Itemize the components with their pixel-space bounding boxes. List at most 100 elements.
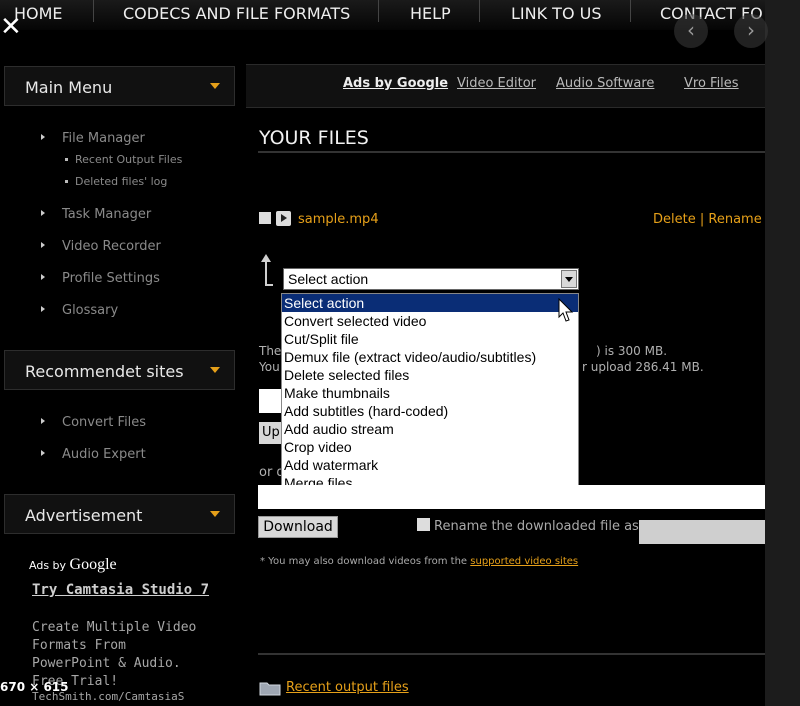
bullet-icon <box>41 242 45 248</box>
url-input[interactable] <box>258 485 765 509</box>
sidebar-item-label: Convert Files <box>62 415 147 430</box>
action-select-value: Select action <box>288 271 369 287</box>
bullet-icon <box>41 450 45 456</box>
scrollbar-track[interactable] <box>765 0 800 706</box>
ads-by-text: Ads by <box>29 559 67 572</box>
sidebar-item-label: Video Recorder <box>62 239 161 254</box>
page-title: YOUR FILES <box>259 127 369 149</box>
sidebar-subitem-deleted-log[interactable]: Deleted files' log <box>65 175 168 188</box>
bullet-icon <box>65 180 68 183</box>
sidebar-item-task-manager[interactable]: Task Manager <box>41 207 152 222</box>
nav-separator <box>378 0 379 22</box>
mouse-cursor-icon <box>558 298 574 322</box>
nav-link-to-us[interactable]: LINK TO US <box>511 4 602 23</box>
bullet-icon <box>65 158 68 161</box>
option-convert-video[interactable]: Convert selected video <box>282 312 578 330</box>
action-select[interactable]: Select action <box>283 268 579 290</box>
next-arrow-icon[interactable]: › <box>734 14 768 48</box>
ad-title-link[interactable]: Try Camtasia Studio 7 <box>32 581 222 600</box>
sidebar-item-profile-settings[interactable]: Profile Settings <box>41 271 160 286</box>
sidebar-item-file-manager[interactable]: File Manager <box>41 131 145 146</box>
ad-text-line: Create Multiple Video <box>32 620 197 635</box>
bullet-icon <box>41 306 45 312</box>
prev-arrow-icon[interactable]: ‹ <box>674 14 708 48</box>
chevron-down-icon <box>210 83 220 89</box>
sidebar-item-label: Recent Output Files <box>75 153 183 166</box>
arrow-up-icon <box>261 254 273 286</box>
option-cut-split[interactable]: Cut/Split file <box>282 330 578 348</box>
sidebar-item-convert-files[interactable]: Convert Files <box>41 415 147 430</box>
sidebar-item-glossary[interactable]: Glossary <box>41 303 119 318</box>
delete-link[interactable]: Delete <box>653 212 696 227</box>
option-add-subtitles[interactable]: Add subtitles (hard-coded) <box>282 402 578 420</box>
upload-file-input[interactable] <box>259 389 281 413</box>
file-actions: Delete | Rename <box>653 212 762 227</box>
quota-text-start: The <box>259 344 282 358</box>
supported-sites-note: * You may also download videos from the … <box>260 556 578 567</box>
separator: | <box>699 212 705 227</box>
chevron-down-icon <box>210 511 220 517</box>
google-logo: Google <box>69 556 117 573</box>
bullet-icon <box>41 210 45 216</box>
option-add-audio[interactable]: Add audio stream <box>282 420 578 438</box>
sidebar-item-label: File Manager <box>62 131 145 146</box>
chevron-down-icon[interactable] <box>561 270 577 288</box>
option-delete-files[interactable]: Delete selected files <box>282 366 578 384</box>
divider <box>258 151 765 153</box>
recommended-sites-header[interactable]: Recommendet sites <box>4 350 235 390</box>
nav-codecs[interactable]: CODECS AND FILE FORMATS <box>123 4 350 23</box>
option-make-thumbnails[interactable]: Make thumbnails <box>282 384 578 402</box>
advertisement-header[interactable]: Advertisement <box>4 494 235 534</box>
nav-separator <box>630 0 631 22</box>
sidebar-item-label: Task Manager <box>62 207 152 222</box>
nav-help[interactable]: HELP <box>410 4 451 23</box>
rename-link[interactable]: Rename <box>708 212 761 227</box>
close-icon[interactable]: ✕ <box>0 14 22 40</box>
quota-text-start: You <box>259 360 280 374</box>
sidebar-item-audio-expert[interactable]: Audio Expert <box>41 447 146 462</box>
nav-separator <box>479 0 480 22</box>
ads-by-google-link[interactable]: Ads by Google <box>343 76 448 91</box>
bullet-icon <box>41 274 45 280</box>
download-button[interactable]: Download <box>258 516 338 538</box>
note-text: * You may also download videos from the <box>260 556 468 567</box>
recommended-sites-title: Recommendet sites <box>25 362 184 381</box>
topic-link-video-editor[interactable]: Video Editor <box>457 76 536 91</box>
sidebar-item-video-recorder[interactable]: Video Recorder <box>41 239 161 254</box>
upload-button[interactable]: Up <box>259 422 283 444</box>
action-dropdown-list: Select action Convert selected video Cut… <box>281 293 579 495</box>
sidebar-subitem-recent-output[interactable]: Recent Output Files <box>65 153 183 166</box>
advertisement-title: Advertisement <box>25 506 143 525</box>
quota-text-end: r upload 286.41 MB. <box>582 360 704 374</box>
ads-by-google-label[interactable]: Ads by Google <box>29 556 117 574</box>
bullet-icon <box>41 418 45 424</box>
rename-checkbox[interactable] <box>417 518 430 531</box>
option-demux[interactable]: Demux file (extract video/audio/subtitle… <box>282 348 578 366</box>
ad-text-line: PowerPoint & Audio. <box>32 656 181 671</box>
sidebar-item-label: Audio Expert <box>62 447 146 462</box>
bullet-icon <box>41 134 45 140</box>
option-add-watermark[interactable]: Add watermark <box>282 456 578 474</box>
rename-label: Rename the downloaded file as <box>434 519 639 534</box>
topic-link-audio-software[interactable]: Audio Software <box>556 76 654 91</box>
main-menu-title: Main Menu <box>25 78 113 97</box>
option-crop-video[interactable]: Crop video <box>282 438 578 456</box>
option-select-action[interactable]: Select action <box>282 294 578 312</box>
dimensions-badge: 670 × 615 <box>0 680 69 694</box>
folder-icon <box>259 682 281 696</box>
file-checkbox[interactable] <box>259 212 271 224</box>
ad-text-line: Formats From <box>32 638 126 653</box>
quota-text-end: ) is 300 MB. <box>596 344 668 358</box>
file-name-link[interactable]: sample.mp4 <box>298 212 379 227</box>
main-menu-header[interactable]: Main Menu <box>4 66 235 106</box>
rename-input[interactable] <box>639 520 765 544</box>
sidebar-item-label: Profile Settings <box>62 271 160 286</box>
sidebar-item-label: Glossary <box>62 303 119 318</box>
sidebar-item-label: Deleted files' log <box>75 175 168 188</box>
topic-link-vro-files[interactable]: Vro Files <box>684 76 739 91</box>
top-nav: HOME CODECS AND FILE FORMATS HELP LINK T… <box>0 0 765 30</box>
divider <box>258 653 765 655</box>
recent-output-files-link[interactable]: Recent output files <box>286 680 409 695</box>
play-icon[interactable] <box>276 211 291 226</box>
supported-sites-link[interactable]: supported video sites <box>470 556 578 567</box>
